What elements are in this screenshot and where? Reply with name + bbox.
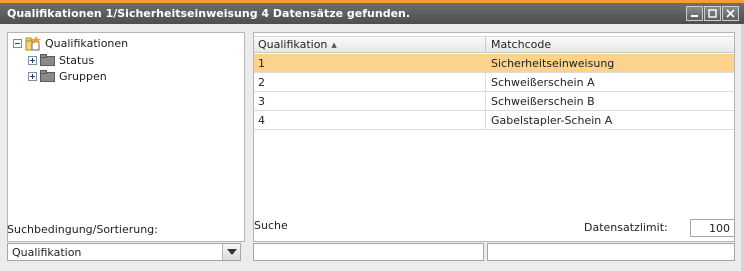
search-condition-label: Suchbedingung/Sortierung: (7, 223, 158, 236)
table-row[interactable]: 2 Schweißerschein A (254, 73, 734, 92)
maximize-icon[interactable] (704, 6, 721, 21)
tree-node-label: Status (59, 53, 95, 67)
category-tree[interactable]: Qualifikationen Status Gruppen (7, 32, 245, 242)
cell-qualifikation: 4 (254, 111, 486, 129)
grid-header: Qualifikation ▲ Matchcode (254, 36, 734, 53)
close-icon[interactable] (722, 6, 739, 21)
cell-qualifikation: 1 (254, 54, 486, 72)
tree-node-label: Gruppen (59, 69, 107, 83)
cell-matchcode: Schweißerschein A (491, 75, 595, 89)
window-titlebar: Qualifikationen 1/Sicherheitseinweisung … (0, 0, 744, 24)
limit-label: Datensatzlimit: (584, 221, 668, 234)
cell-matchcode: Gabelstapler-Schein A (491, 113, 613, 127)
tree-node-root[interactable]: Qualifikationen (13, 35, 128, 51)
cell-matchcode: Schweißerschein B (491, 94, 595, 108)
table-row[interactable]: 1 Sicherheitseinweisung (254, 54, 734, 73)
table-row[interactable]: 4 Gabelstapler-Schein A (254, 111, 734, 130)
search-input-secondary[interactable] (487, 243, 735, 261)
minimize-icon[interactable] (686, 6, 703, 21)
window-title: Qualifikationen 1/Sicherheitseinweisung … (7, 7, 411, 20)
column-header-qualifikation[interactable]: Qualifikation ▲ (254, 37, 486, 52)
window-controls (686, 6, 739, 21)
record-limit-value[interactable] (690, 219, 735, 237)
cell-qualifikation: 2 (254, 73, 486, 91)
search-condition-select[interactable]: Qualifikation (7, 243, 241, 261)
cell-matchcode: Sicherheitseinweisung (491, 56, 615, 70)
tree-node-status[interactable]: Status (28, 52, 94, 68)
search-label: Suche (254, 219, 288, 232)
tree-node-label: Qualifikationen (45, 36, 129, 50)
sort-ascending-icon: ▲ (331, 40, 337, 49)
chevron-down-icon[interactable] (222, 244, 240, 260)
search-input[interactable] (253, 243, 484, 261)
expand-icon[interactable] (28, 71, 37, 81)
results-grid[interactable]: Qualifikation ▲ Matchcode 1 Sicherheitse… (253, 32, 735, 242)
folder-icon (40, 70, 55, 82)
folder-icon (40, 54, 55, 66)
root-folder-icon (25, 35, 41, 50)
cell-qualifikation: 3 (254, 92, 486, 110)
tree-node-gruppen[interactable]: Gruppen (28, 68, 107, 84)
table-row[interactable]: 3 Schweißerschein B (254, 92, 734, 111)
column-header-matchcode[interactable]: Matchcode (487, 37, 734, 52)
collapse-icon[interactable] (13, 38, 22, 48)
select-value: Qualifikation (12, 245, 82, 259)
expand-icon[interactable] (28, 55, 37, 65)
